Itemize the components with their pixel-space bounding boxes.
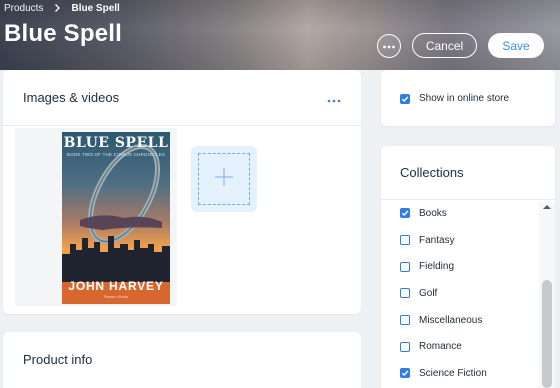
more-actions-button[interactable] bbox=[377, 34, 401, 58]
collection-label: Fantasy bbox=[419, 234, 455, 246]
collection-item-miscellaneous[interactable]: Miscellaneous bbox=[381, 307, 541, 334]
collection-label: Miscellaneous bbox=[419, 314, 483, 326]
checkbox-unchecked-icon bbox=[400, 261, 410, 272]
collections-card: Collections Books Fantasy Fielding Golf … bbox=[381, 146, 555, 388]
media-card: Images & videos BLUE SPELL BOOK TWO OF T… bbox=[3, 70, 361, 314]
book-cover-author: JOHN HARVEY bbox=[68, 279, 164, 293]
breadcrumb-current: Blue Spell bbox=[71, 2, 120, 14]
add-media-dropzone bbox=[198, 153, 250, 205]
checkbox-unchecked-icon bbox=[400, 288, 410, 299]
page-title: Blue Spell bbox=[4, 20, 123, 47]
breadcrumb-products-link[interactable]: Products bbox=[4, 3, 43, 14]
checkbox-checked-icon bbox=[400, 368, 410, 379]
add-media-button[interactable] bbox=[191, 146, 257, 212]
checkbox-checked-icon bbox=[400, 208, 410, 219]
collection-label: Fielding bbox=[419, 261, 455, 273]
collection-item-fielding[interactable]: Fielding bbox=[381, 253, 541, 280]
product-info-title: Product info bbox=[23, 352, 93, 367]
book-cover-image[interactable]: BLUE SPELL BOOK TWO OF THE CIRRUS CHRONI… bbox=[62, 132, 170, 304]
collection-item-science-fiction[interactable]: Science Fiction bbox=[381, 360, 541, 387]
collections-list: Books Fantasy Fielding Golf Miscellaneou… bbox=[381, 200, 541, 387]
online-store-card: Show in online store bbox=[381, 70, 555, 126]
checkbox-unchecked-icon bbox=[400, 235, 410, 246]
chevron-right-icon bbox=[51, 2, 63, 14]
save-button[interactable]: Save bbox=[488, 33, 544, 58]
collection-item-romance[interactable]: Romance bbox=[381, 333, 541, 360]
show-in-store-checkbox[interactable]: Show in online store bbox=[400, 93, 509, 104]
show-in-store-label: Show in online store bbox=[419, 93, 510, 104]
add-icon bbox=[213, 166, 235, 193]
product-info-card: Product info bbox=[3, 332, 361, 388]
media-card-header: Images & videos bbox=[3, 70, 361, 126]
media-card-title: Images & videos bbox=[23, 90, 120, 105]
cancel-button[interactable]: Cancel bbox=[412, 33, 477, 58]
collection-item-golf[interactable]: Golf bbox=[381, 280, 541, 307]
scrollbar-thumb[interactable] bbox=[542, 280, 552, 388]
collection-label: Golf bbox=[419, 287, 438, 299]
checkbox-unchecked-icon bbox=[400, 341, 410, 352]
collection-label: Romance bbox=[419, 341, 462, 353]
collections-scrollbar[interactable] bbox=[539, 202, 555, 388]
scroll-up-arrow-icon[interactable] bbox=[543, 205, 551, 209]
breadcrumb: Products Blue Spell bbox=[4, 2, 120, 14]
book-cover-title: BLUE SPELL bbox=[63, 135, 169, 151]
collections-title: Collections bbox=[400, 165, 464, 180]
book-cover-publisher: Phases • Books bbox=[103, 295, 129, 299]
collection-item-books[interactable]: Books bbox=[381, 200, 541, 227]
page-header: Products Blue Spell Blue Spell Cancel Sa… bbox=[0, 0, 560, 70]
book-cover-subtitle: BOOK TWO OF THE CIRRUS CHRONICLES bbox=[66, 152, 166, 157]
more-icon bbox=[382, 37, 396, 55]
collection-label: Books bbox=[419, 207, 447, 219]
collections-header: Collections bbox=[381, 146, 555, 200]
media-more-icon[interactable] bbox=[327, 91, 341, 105]
checkbox-unchecked-icon bbox=[400, 315, 410, 326]
collection-item-fantasy[interactable]: Fantasy bbox=[381, 227, 541, 254]
collection-label: Science Fiction bbox=[419, 367, 487, 379]
checkbox-checked-icon bbox=[400, 93, 410, 104]
